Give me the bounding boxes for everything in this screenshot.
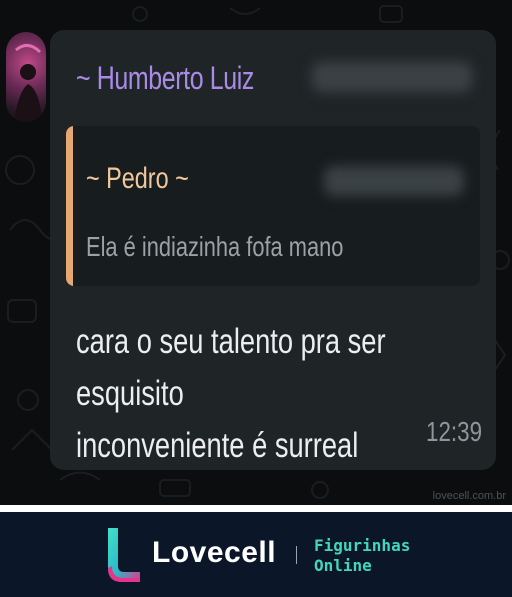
quoted-author: ~ Pedro ~ bbox=[86, 162, 189, 195]
quote-accent-bar bbox=[66, 126, 73, 286]
message-time: 12:39 bbox=[425, 416, 482, 447]
avatar[interactable] bbox=[6, 32, 46, 122]
quoted-message[interactable]: ~ Pedro ~ Ela é indiazinha fofa mano bbox=[66, 126, 480, 286]
avatar-silhouette-icon bbox=[14, 44, 42, 122]
blurred-phone-number bbox=[312, 62, 472, 92]
watermark: lovecell.com.br bbox=[432, 490, 506, 502]
chat-area: ~ Humberto Luiz ~ Pedro ~ Ela é indiazin… bbox=[0, 0, 512, 505]
brand-separator bbox=[296, 546, 297, 564]
blurred-quoted-number bbox=[324, 166, 464, 196]
quoted-text: Ela é indiazinha fofa mano bbox=[86, 231, 344, 262]
sender-name[interactable]: ~ Humberto Luiz bbox=[76, 60, 254, 97]
divider bbox=[0, 505, 512, 512]
lovecell-logo-icon bbox=[108, 528, 140, 582]
brand-tagline: Figurinhas Online bbox=[314, 536, 411, 575]
message-bubble[interactable]: ~ Humberto Luiz ~ Pedro ~ Ela é indiazin… bbox=[50, 30, 496, 470]
brand-name: Lovecell bbox=[152, 536, 277, 569]
message-text: cara o seu talento pra ser esquisito inc… bbox=[76, 322, 386, 465]
footer-banner: Lovecell Figurinhas Online bbox=[0, 512, 512, 597]
